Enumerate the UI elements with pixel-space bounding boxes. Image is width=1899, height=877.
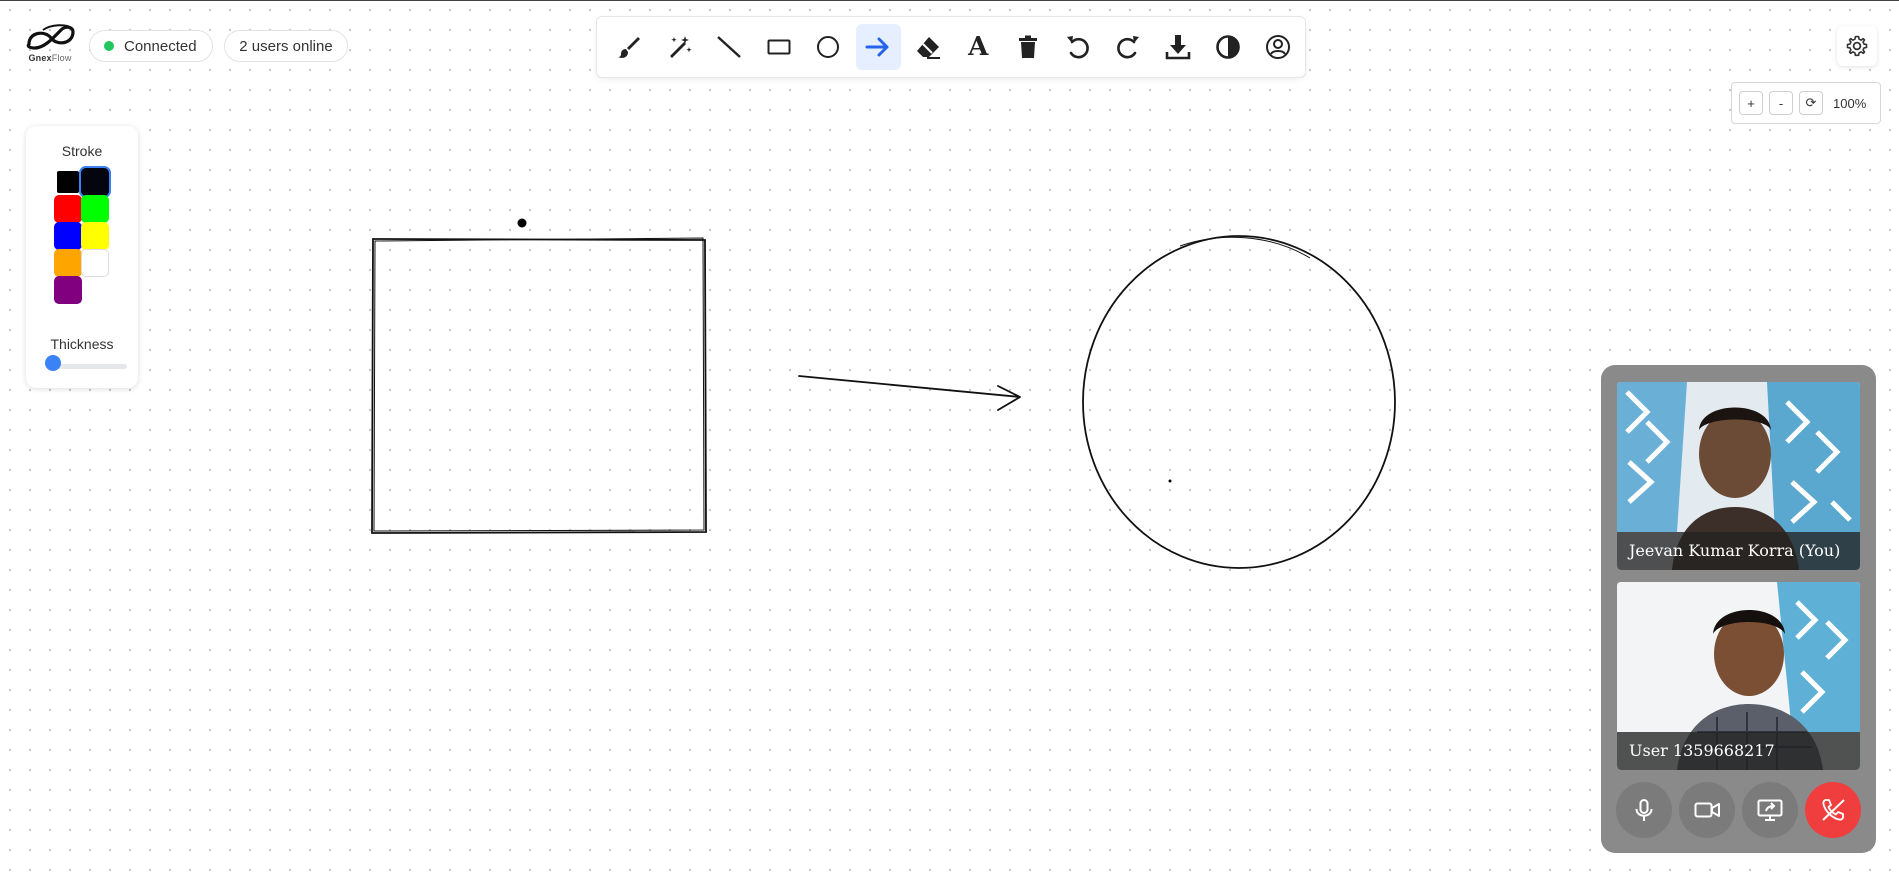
circle-tool-button[interactable] (806, 24, 852, 70)
thickness-label: Thickness (50, 336, 114, 352)
participant-name: Jeevan Kumar Korra (You) (1617, 532, 1860, 570)
color-swatch-dark-navy[interactable] (81, 168, 109, 196)
undo-button[interactable] (1055, 24, 1101, 70)
color-swatch-blue[interactable] (54, 222, 82, 250)
status-dot-icon (104, 41, 114, 51)
zoom-in-button[interactable]: + (1739, 91, 1763, 115)
drawn-circle (1082, 235, 1396, 569)
drawn-dot (517, 218, 527, 228)
profile-button[interactable] (1255, 24, 1301, 70)
rectangle-tool-button[interactable] (756, 24, 802, 70)
microphone-button[interactable] (1616, 782, 1672, 838)
zoom-level: 100% (1833, 95, 1867, 111)
color-swatch-red[interactable] (54, 195, 82, 223)
app-logo[interactable]: GnexFlow (22, 22, 78, 70)
drawn-circle-sketch (1179, 236, 1311, 259)
drawn-speck (1168, 479, 1172, 483)
color-swatch-white[interactable] (81, 249, 109, 277)
rectangle-icon (767, 39, 791, 55)
text-tool-button[interactable]: A (955, 24, 1001, 70)
circle-icon (817, 36, 840, 58)
text-icon: A (968, 32, 989, 62)
call-controls (1616, 782, 1861, 838)
undo-icon (1067, 36, 1089, 59)
thickness-slider-thumb[interactable] (45, 355, 61, 371)
arrow-tool-button[interactable] (855, 24, 902, 70)
trash-icon (1019, 35, 1038, 58)
zoom-out-button[interactable]: - (1769, 91, 1793, 115)
drawn-arrow (798, 375, 1021, 411)
drawn-rectangle (371, 238, 707, 534)
color-swatch-green[interactable] (81, 195, 109, 223)
download-icon (1165, 35, 1191, 60)
eraser-icon (917, 37, 941, 59)
participant-name: User 1359668217 (1617, 732, 1860, 770)
infinity-logo-icon (26, 24, 75, 50)
arrow-icon (865, 37, 889, 57)
participant-tile: Jeevan Kumar Korra (You) (1617, 382, 1860, 570)
brush-icon (617, 37, 640, 58)
magic-wand-icon (669, 36, 692, 58)
magic-tool-button[interactable] (656, 24, 702, 70)
drawn-rectangle-sketch (373, 237, 705, 532)
gear-icon (1846, 35, 1868, 57)
redo-button[interactable] (1105, 24, 1151, 70)
window-top-border (0, 0, 1899, 1)
stroke-label: Stroke (61, 143, 103, 159)
redo-icon (1117, 36, 1139, 59)
stroke-panel: Stroke Thickness (26, 126, 138, 388)
eraser-tool-button[interactable] (906, 24, 952, 70)
brush-tool-button[interactable] (606, 24, 652, 70)
color-swatch-orange[interactable] (54, 249, 82, 277)
end-call-button[interactable] (1805, 782, 1861, 838)
end-call-icon (1822, 799, 1845, 821)
connection-status-text: Connected (124, 37, 197, 55)
screen-share-icon (1757, 799, 1783, 821)
brand-name: GnexFlow (28, 53, 72, 63)
download-button[interactable] (1155, 24, 1201, 70)
users-online-badge: 2 users online (224, 30, 348, 62)
delete-tool-button[interactable] (1005, 24, 1051, 70)
line-icon (716, 36, 741, 58)
zoom-reset-button[interactable]: ⟳ (1799, 91, 1823, 115)
connection-status-badge: Connected (89, 30, 213, 62)
video-call-panel: Jeevan Kumar Korra (You) User 1359668217 (1601, 365, 1876, 853)
zoom-controls: + - ⟳ 100% (1731, 82, 1881, 124)
participant-tile: User 1359668217 (1617, 582, 1860, 770)
line-tool-button[interactable] (706, 24, 752, 70)
settings-button[interactable] (1837, 26, 1877, 66)
user-circle-icon (1265, 35, 1290, 59)
color-swatch-purple[interactable] (54, 276, 82, 304)
color-swatch-black[interactable] (57, 171, 79, 193)
contrast-icon (1216, 35, 1240, 59)
camera-icon (1694, 802, 1720, 818)
microphone-icon (1635, 799, 1653, 821)
drawing-toolbar: A (596, 16, 1306, 78)
users-online-text: 2 users online (239, 37, 333, 55)
contrast-button[interactable] (1205, 24, 1251, 70)
color-swatch-yellow[interactable] (81, 222, 109, 250)
camera-button[interactable] (1679, 782, 1735, 838)
screen-share-button[interactable] (1742, 782, 1798, 838)
